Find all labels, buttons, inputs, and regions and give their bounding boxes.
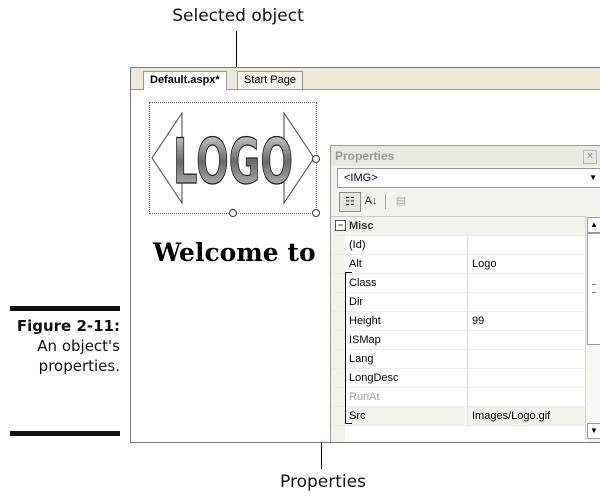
property-value[interactable]: [467, 331, 586, 349]
object-selector-value: <IMG>: [344, 172, 378, 184]
tab-start-page[interactable]: Start Page: [237, 71, 303, 89]
property-name: Alt: [349, 258, 362, 270]
tab-default-aspx[interactable]: Default.aspx*: [143, 71, 227, 90]
welcome-heading: Welcome to: [153, 238, 316, 267]
figure-caption-line1: An object's: [37, 337, 120, 355]
property-name: Lang: [349, 353, 374, 365]
property-row-class[interactable]: Class: [331, 274, 586, 293]
figure-bar-top: [10, 306, 120, 311]
property-value[interactable]: [467, 293, 586, 311]
property-value[interactable]: Logo: [467, 255, 586, 273]
figure-number: Figure 2-11:: [16, 317, 120, 335]
property-name: (Id): [349, 239, 366, 251]
figure-caption: Figure 2-11: An object's properties.: [10, 316, 120, 376]
properties-bracket-top: [345, 272, 352, 273]
collapse-icon[interactable]: −: [335, 220, 346, 231]
figure-bar-bottom: [10, 431, 120, 436]
property-row-ismap[interactable]: ISMap: [331, 331, 586, 350]
scrollbar-thumb[interactable]: [587, 233, 600, 345]
alphabetical-sort-icon[interactable]: A↓: [361, 192, 381, 210]
property-name: LongDesc: [349, 372, 399, 384]
property-name: RunAt: [349, 391, 380, 403]
properties-toolbar: ☷ A↓ ▤: [337, 191, 600, 213]
property-grid-scrollbar[interactable]: ▲ ▼: [585, 216, 600, 440]
tab-start-page-label: Start Page: [244, 74, 296, 86]
properties-title: Properties: [335, 149, 395, 163]
property-value[interactable]: [467, 388, 586, 406]
property-value[interactable]: [467, 350, 586, 368]
resize-handle-corner[interactable]: [312, 209, 320, 217]
category-misc-label: Misc: [349, 220, 374, 232]
resize-handle-bottom[interactable]: [229, 209, 237, 217]
property-row-lang[interactable]: Lang: [331, 350, 586, 369]
property-pages-icon[interactable]: ▤: [391, 192, 411, 210]
scrollbar-grip: [592, 284, 596, 293]
property-grid: − Misc (Id) Alt Logo Class Dir Height 99…: [331, 216, 586, 441]
document-tab-bar: Default.aspx* Start Page: [131, 68, 600, 90]
properties-bracket-vertical: [345, 272, 346, 423]
property-row-dir[interactable]: Dir: [331, 293, 586, 312]
property-name: Height: [349, 315, 381, 327]
property-name: Class: [349, 277, 377, 289]
selected-object-callout: Selected object: [172, 6, 304, 26]
properties-panel: Properties × <IMG> ▼ ☷ A↓ ▤ − Misc (Id) …: [330, 145, 600, 442]
property-row-src[interactable]: Src Images/Logo.gif: [331, 407, 586, 426]
close-icon[interactable]: ×: [583, 150, 597, 164]
property-name: Dir: [349, 296, 364, 308]
property-row-runat[interactable]: RunAt: [331, 388, 586, 407]
properties-title-bar[interactable]: Properties ×: [331, 146, 600, 166]
logo-image: LOGO: [151, 111, 315, 205]
property-name: ISMap: [349, 334, 381, 346]
property-row-id[interactable]: (Id): [331, 236, 586, 255]
categorized-icon[interactable]: ☷: [339, 192, 361, 212]
resize-handle-right[interactable]: [312, 155, 320, 163]
dropdown-arrow-icon: ▼: [589, 173, 597, 182]
property-row-height[interactable]: Height 99: [331, 312, 586, 331]
properties-callout: Properties: [280, 472, 366, 492]
property-value[interactable]: 99: [467, 312, 586, 330]
property-value[interactable]: [467, 236, 586, 254]
property-name: Src: [349, 407, 465, 425]
property-row-longdesc[interactable]: LongDesc: [331, 369, 586, 388]
category-misc[interactable]: − Misc: [331, 217, 586, 236]
logo-text: LOGO: [173, 125, 293, 198]
object-selector-dropdown[interactable]: <IMG> ▼: [337, 168, 600, 188]
property-value[interactable]: [467, 274, 586, 292]
tab-default-aspx-label: Default.aspx*: [150, 74, 220, 86]
properties-bracket-bottom: [345, 423, 352, 424]
property-value[interactable]: [467, 369, 586, 387]
scroll-down-icon[interactable]: ▼: [587, 423, 600, 439]
property-value[interactable]: Images/Logo.gif: [467, 407, 586, 425]
scroll-up-icon[interactable]: ▲: [587, 217, 600, 233]
figure-caption-line2: properties.: [38, 357, 120, 375]
selected-image[interactable]: LOGO: [149, 102, 320, 217]
property-row-alt[interactable]: Alt Logo: [331, 255, 586, 274]
toolbar-separator: [385, 194, 386, 209]
